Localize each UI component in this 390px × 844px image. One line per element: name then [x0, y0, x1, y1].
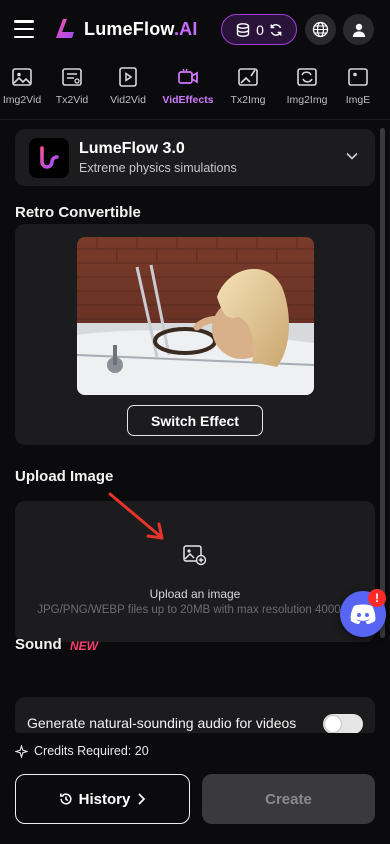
create-button[interactable]: Create: [202, 774, 375, 824]
upload-dropzone[interactable]: Upload an image JPG/PNG/WEBP files up to…: [15, 501, 375, 642]
sparkle-icon: [15, 744, 28, 758]
page-scrollbar[interactable]: [380, 128, 385, 638]
sound-toggle[interactable]: [323, 714, 363, 734]
tab-imge[interactable]: ImgE: [338, 66, 378, 118]
tabs-divider: [0, 119, 390, 120]
image-icon: [348, 68, 368, 86]
image-icon: [12, 68, 32, 86]
tab-vid2vid[interactable]: Vid2Vid: [100, 66, 156, 118]
coins-stack-icon: [236, 22, 250, 37]
new-badge: NEW: [70, 639, 98, 653]
history-clock-icon: [59, 793, 72, 805]
tab-img2img[interactable]: Img2Img: [276, 66, 338, 118]
tab-img2vid[interactable]: Img2Vid: [0, 66, 44, 118]
model-logo-icon: [29, 137, 69, 178]
notification-badge: !: [368, 589, 386, 607]
globe-icon: [312, 21, 329, 38]
tab-videffects[interactable]: VidEffects: [156, 66, 220, 118]
app-header: LumeFlow.AI 0: [0, 0, 390, 60]
tab-tx2img[interactable]: Tx2Img: [220, 66, 276, 118]
user-profile-button[interactable]: [343, 14, 374, 45]
model-description: Extreme physics simulations: [79, 161, 237, 175]
hamburger-icon[interactable]: [14, 18, 36, 40]
upload-section-title: Upload Image: [15, 468, 114, 485]
upload-hint: JPG/PNG/WEBP files up to 20MB with max r…: [37, 604, 353, 616]
history-button[interactable]: History: [15, 774, 190, 824]
brand-logo[interactable]: LumeFlow.AI: [52, 16, 198, 42]
chevron-down-icon: [346, 152, 358, 160]
tab-tx2vid[interactable]: Tx2Vid: [44, 66, 100, 118]
brand-mark-icon: [56, 19, 74, 38]
sound-section-title: Sound: [15, 636, 62, 653]
video-camera-icon: [178, 68, 198, 84]
image-add-icon: [183, 545, 207, 566]
red-arrow-annotation: [108, 492, 164, 540]
model-name: LumeFlow 3.0: [79, 140, 185, 157]
language-button[interactable]: [305, 14, 336, 45]
chevron-right-icon: [138, 793, 146, 805]
mode-tabs: Img2Vid Tx2Vid Vid2Vid VidEffects Tx2Img…: [0, 66, 390, 118]
image-pen-icon: [238, 68, 258, 86]
refresh-icon[interactable]: [269, 23, 283, 37]
effect-title: Retro Convertible: [15, 204, 141, 221]
credits-value: 0: [256, 21, 264, 38]
image-convert-icon: [297, 68, 317, 86]
effect-preview-image[interactable]: [77, 237, 314, 395]
model-selector[interactable]: LumeFlow 3.0 Extreme physics simulations: [15, 129, 375, 186]
sound-card: Generate natural-sounding audio for vide…: [15, 697, 375, 737]
sound-toggle-label: Generate natural-sounding audio for vide…: [27, 715, 297, 731]
toggle-knob: [325, 716, 341, 732]
switch-effect-button[interactable]: Switch Effect: [127, 405, 263, 436]
effect-preview-card: Switch Effect: [15, 224, 375, 445]
credits-balance-button[interactable]: 0: [221, 14, 297, 45]
user-icon: [352, 23, 365, 37]
credits-required: Credits Required: 20: [15, 744, 149, 758]
text-doc-icon: [62, 68, 82, 86]
video-play-icon: [119, 67, 137, 87]
brand-name: LumeFlow.AI: [84, 18, 198, 39]
upload-title: Upload an image: [149, 587, 241, 601]
